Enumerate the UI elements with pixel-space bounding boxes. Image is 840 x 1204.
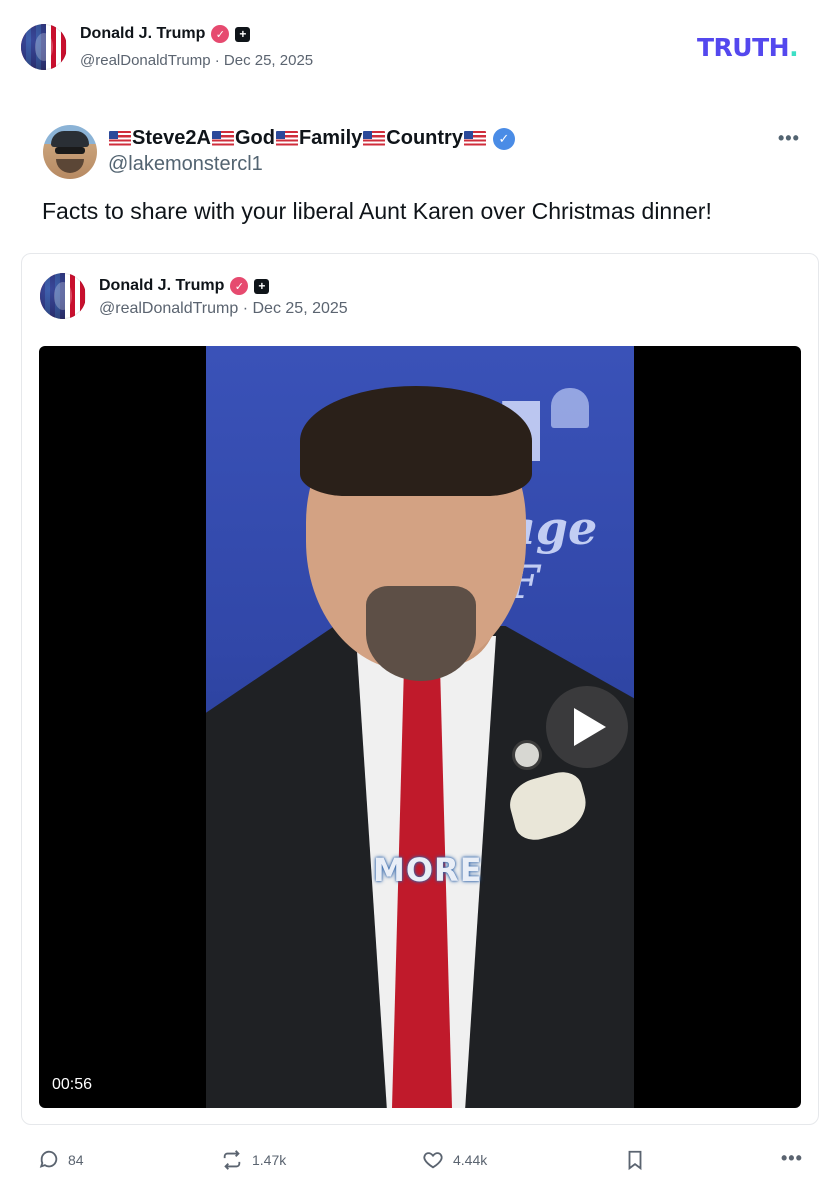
plus-badge-icon: + (235, 26, 251, 42)
us-flag-icon (463, 131, 486, 146)
video-frame: age F MORE (206, 346, 634, 1108)
like-button[interactable]: 4.44k (421, 1147, 487, 1173)
truth-social-logo[interactable]: TRUTH. (697, 33, 799, 62)
video-caption: MORE (373, 851, 483, 889)
author-avatar[interactable] (21, 24, 67, 70)
heart-icon (423, 1152, 443, 1169)
us-flag-icon (363, 131, 386, 146)
author-handle-date: @realDonaldTrump · Dec 25, 2025 (80, 52, 313, 69)
verified-badge-icon: ✓ (211, 25, 230, 43)
author-name[interactable]: Donald J. Trump (80, 25, 205, 43)
verified-badge-icon: ✓ (230, 277, 249, 295)
tweet-author-avatar[interactable] (43, 125, 97, 179)
reply-button[interactable]: 84 (38, 1147, 84, 1173)
us-flag-icon (211, 131, 234, 146)
more-options-icon[interactable]: ••• (778, 128, 800, 149)
us-flag-icon (109, 131, 131, 146)
reply-count: 84 (68, 1152, 84, 1168)
tweet-text: Facts to share with your liberal Aunt Ka… (42, 198, 712, 224)
more-actions-icon[interactable]: ••• (781, 1148, 803, 1169)
embedded-author-name-row[interactable]: Donald J. Trump ✓ + (99, 277, 270, 295)
like-count: 4.44k (453, 1152, 488, 1168)
embedded-author-handle[interactable]: @realDonaldTrump (99, 300, 238, 317)
name-part: Country (386, 127, 463, 149)
repost-button[interactable]: 1.47k (220, 1147, 286, 1173)
video-duration: 00:56 (52, 1076, 93, 1093)
post-date[interactable]: Dec 25, 2025 (224, 52, 313, 69)
embedded-author-avatar[interactable] (40, 273, 86, 319)
bookmark-icon (628, 1150, 642, 1171)
embedded-author-name[interactable]: Donald J. Trump (99, 277, 224, 295)
name-part: Steve2A (132, 127, 211, 149)
embedded-handle-date: @realDonaldTrump · Dec 25, 2025 (99, 300, 348, 318)
play-icon (574, 708, 606, 746)
repost-icon (223, 1150, 241, 1170)
separator-dot: · (242, 300, 253, 317)
author-handle[interactable]: @realDonaldTrump (80, 52, 211, 69)
name-part: God (234, 127, 275, 149)
post-header: Donald J. Trump ✓ + @realDonaldTrump · D… (0, 0, 840, 90)
logo-dot: . (789, 33, 799, 62)
embedded-truth-card[interactable]: Donald J. Trump ✓ + @realDonaldTrump · D… (21, 253, 819, 1125)
embedded-post-date[interactable]: Dec 25, 2025 (253, 300, 348, 317)
reply-icon (39, 1150, 58, 1168)
liberty-bell-icon (551, 388, 589, 428)
plus-badge-icon: + (254, 278, 270, 294)
lapel-pin (512, 740, 542, 770)
bookmark-button[interactable] (624, 1147, 646, 1173)
separator-dot: · (214, 52, 224, 69)
tweet-author-name[interactable]: Steve2A God Family Country ✓ (108, 127, 515, 150)
video-player[interactable]: age F MORE 00:56 (39, 346, 801, 1108)
logo-text: TRUTH (697, 33, 790, 62)
author-name-row[interactable]: Donald J. Trump ✓ + (80, 25, 251, 43)
name-part: Family (298, 127, 363, 149)
tweet-author-handle[interactable]: @lakemonstercl1 (108, 153, 263, 176)
play-button[interactable] (546, 686, 628, 768)
verified-badge-icon: ✓ (492, 127, 515, 150)
repost-count: 1.47k (252, 1152, 287, 1168)
us-flag-icon (275, 131, 298, 146)
